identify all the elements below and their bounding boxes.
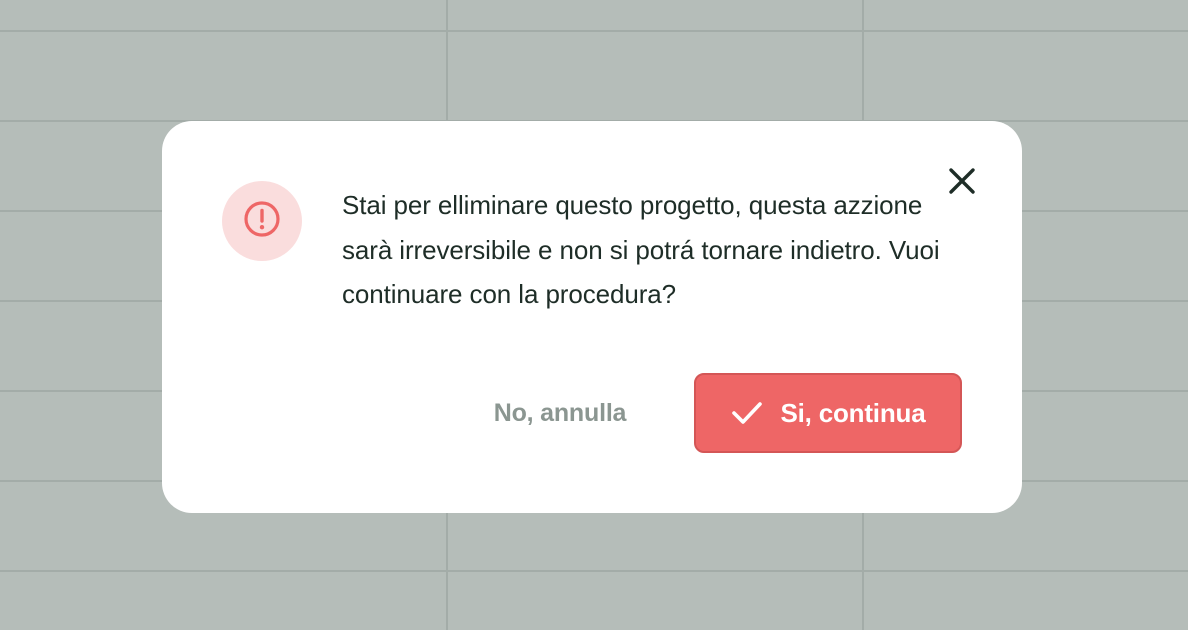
dialog-message: Stai per elliminare questo progetto, que… bbox=[342, 190, 940, 309]
confirm-delete-dialog: Stai per elliminare questo progetto, que… bbox=[162, 121, 1022, 513]
cancel-button[interactable]: No, annulla bbox=[462, 373, 658, 453]
close-icon bbox=[948, 167, 976, 200]
confirm-button[interactable]: Si, continua bbox=[694, 373, 962, 453]
checkmark-icon bbox=[731, 400, 763, 426]
close-button[interactable] bbox=[944, 165, 980, 201]
alert-badge bbox=[222, 181, 302, 261]
grid-line bbox=[0, 570, 1188, 572]
grid-line bbox=[0, 30, 1188, 32]
confirm-button-label: Si, continua bbox=[780, 397, 926, 428]
exclamation-circle-icon bbox=[243, 200, 281, 243]
